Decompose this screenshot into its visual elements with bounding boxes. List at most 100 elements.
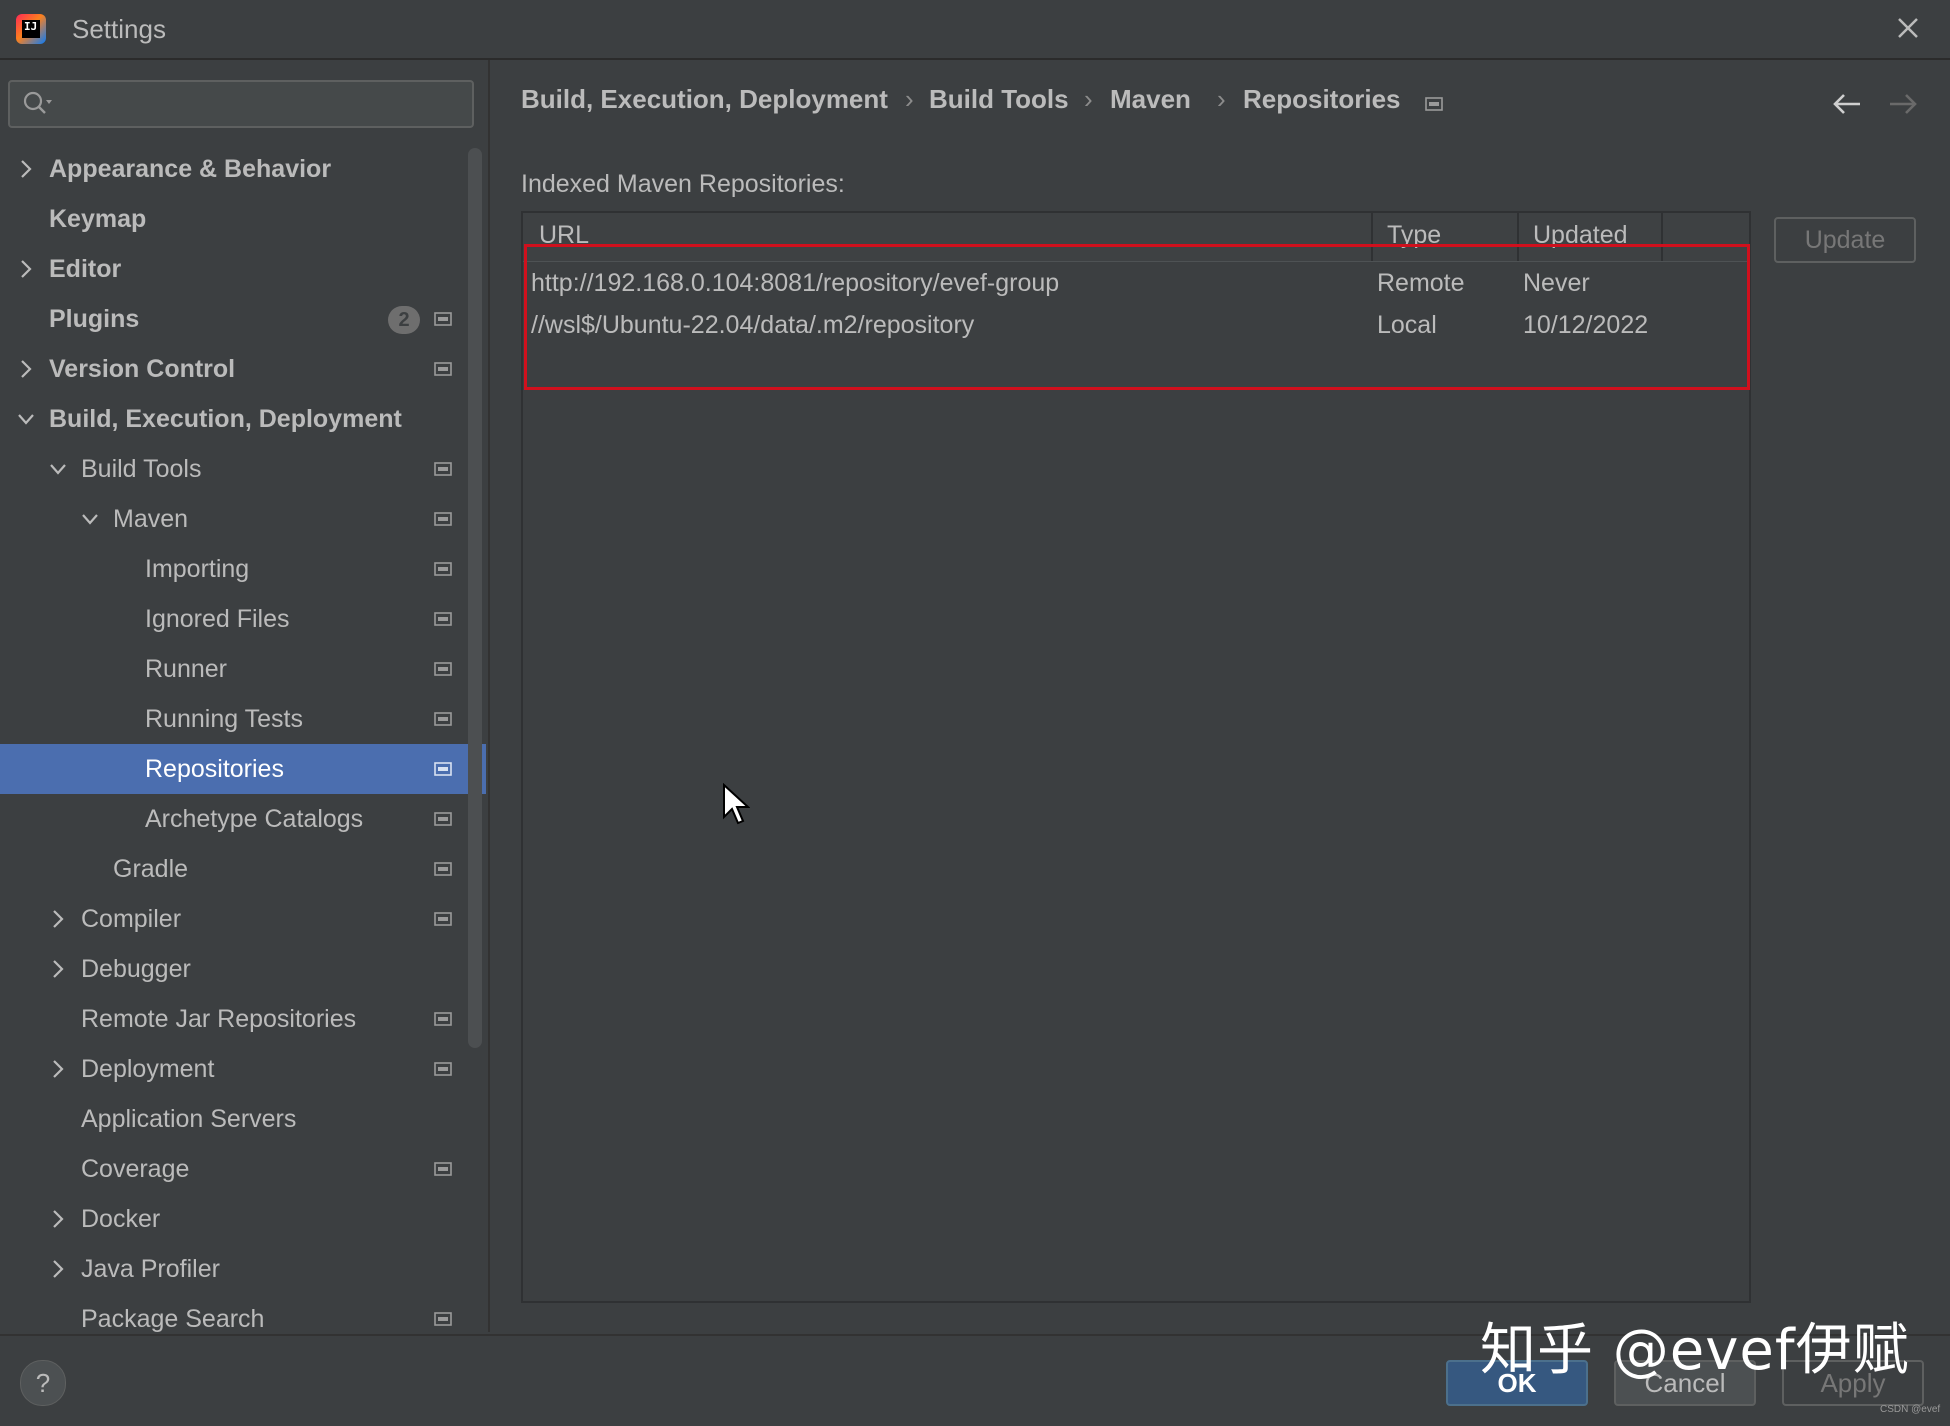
watermark-small: CSDN @evef [1880,1404,1941,1415]
sidebar-item-label: Maven [113,505,189,533]
sidebar-item[interactable]: Coverage [0,1144,486,1194]
project-scope-icon [434,1012,452,1026]
sidebar-item-label: Importing [145,555,250,583]
project-scope-icon [434,812,452,826]
sidebar-item[interactable]: Build, Execution, Deployment [0,394,486,444]
breadcrumb-separator: › [1084,84,1093,114]
breadcrumb-item[interactable]: Maven [1110,84,1191,115]
project-scope-icon [434,462,452,476]
column-header-type[interactable]: Type [1387,221,1441,261]
sidebar-item[interactable]: Application Servers [0,1094,486,1144]
search-icon[interactable] [22,90,54,118]
breadcrumb-item[interactable]: Build Tools [929,84,1069,115]
project-scope-icon [434,862,452,876]
sidebar-item[interactable]: Debugger [0,944,486,994]
project-scope-icon [434,362,452,376]
breadcrumb-item: Repositories [1243,84,1401,114]
project-scope-icon [434,612,452,626]
sidebar-item[interactable]: Repositories [0,744,486,794]
column-divider[interactable] [1517,213,1519,261]
column-divider[interactable] [1661,213,1663,261]
chevron-down-icon[interactable] [14,407,38,431]
sidebar-item[interactable]: Gradle [0,844,486,894]
sidebar-item-label: Debugger [81,955,191,983]
sidebar-item[interactable]: Build Tools [0,444,486,494]
sidebar-item-label: Ignored Files [145,605,290,633]
help-button[interactable]: ? [20,1360,66,1406]
project-scope-icon [434,662,452,676]
breadcrumb-separator: › [1217,84,1226,114]
chevron-down-icon[interactable] [78,507,102,531]
breadcrumb-separator: › [905,84,914,114]
sidebar-item-label: Gradle [113,855,189,883]
sidebar-item-label: Coverage [81,1155,190,1183]
sidebar-item-label: Docker [81,1205,161,1233]
project-scope-icon [434,762,452,776]
breadcrumb-item[interactable]: Build, Execution, Deployment [521,84,888,115]
project-scope-icon [434,912,452,926]
search-input[interactable] [60,86,464,122]
chevron-right-icon[interactable] [46,1257,70,1281]
sidebar-item-label: Appearance & Behavior [49,155,332,183]
sidebar-item[interactable]: Importing [0,544,486,594]
sidebar-item-label: Archetype Catalogs [145,805,364,833]
settings-sidebar: Appearance & Behavior Keymap Editor Plugins… [0,60,490,1332]
sidebar-scrollbar[interactable] [468,148,482,1048]
table-row[interactable]: //wsl$/Ubuntu-22.04/data/.m2/repository … [523,305,1749,347]
sidebar-item[interactable]: Running Tests [0,694,486,744]
sidebar-item[interactable]: Version Control [0,344,486,394]
column-divider[interactable] [1371,213,1373,261]
back-arrow-icon[interactable] [1830,86,1866,122]
sidebar-item[interactable]: Appearance & Behavior [0,144,486,194]
watermark: 知乎 @evef伊赋 [1480,1318,1910,1383]
sidebar-item-label: Build Tools [81,455,202,483]
chevron-down-icon[interactable] [46,457,70,481]
column-header-updated[interactable]: Updated [1533,221,1628,261]
cell-updated: 10/12/2022 [1523,311,1649,339]
sidebar-item[interactable]: Keymap [0,194,486,244]
intellij-logo-icon: IJ [16,14,46,44]
sidebar-item[interactable]: Compiler [0,894,486,944]
sidebar-item-label: Keymap [49,205,147,233]
project-scope-icon [434,512,452,526]
sidebar-item[interactable]: Editor [0,244,486,294]
sidebar-item[interactable]: Archetype Catalogs [0,794,486,844]
sidebar-item[interactable]: Ignored Files [0,594,486,644]
chevron-right-icon[interactable] [46,1207,70,1231]
sidebar-item[interactable]: Docker [0,1194,486,1244]
sidebar-item[interactable]: Deployment [0,1044,486,1094]
table-row[interactable]: http://192.168.0.104:8081/repository/eve… [523,263,1749,305]
project-scope-icon [434,1162,452,1176]
sidebar-item-label: Version Control [49,355,236,383]
sidebar-item-label: Remote Jar Repositories [81,1005,357,1033]
chevron-right-icon[interactable] [14,157,38,181]
project-scope-icon [434,712,452,726]
sidebar-item-label: Java Profiler [81,1255,220,1283]
cell-url: //wsl$/Ubuntu-22.04/data/.m2/repository [531,311,975,339]
sidebar-item[interactable]: Maven [0,494,486,544]
forward-arrow-icon[interactable] [1884,86,1920,122]
update-button[interactable]: Update [1774,217,1916,263]
sidebar-item[interactable]: Plugins 2 [0,294,486,344]
chevron-right-icon[interactable] [46,907,70,931]
cell-type: Remote [1377,269,1465,297]
chevron-right-icon[interactable] [46,957,70,981]
chevron-right-icon[interactable] [14,357,38,381]
search-box[interactable] [8,80,474,128]
sidebar-item-label: Package Search [81,1305,265,1332]
sidebar-item-label: Plugins [49,305,140,333]
sidebar-item-label: Running Tests [145,705,303,733]
column-header-url[interactable]: URL [539,221,589,261]
sidebar-item[interactable]: Package Search [0,1294,486,1332]
project-scope-icon [434,1312,452,1326]
sidebar-item[interactable]: Runner [0,644,486,694]
sidebar-item[interactable]: Remote Jar Repositories [0,994,486,1044]
cell-url: http://192.168.0.104:8081/repository/eve… [531,269,1060,297]
repositories-table[interactable]: URL Type Updated http://192.168.0.104:80… [521,211,1751,1303]
cell-type: Local [1377,311,1437,339]
sidebar-item[interactable]: Java Profiler [0,1244,486,1294]
close-icon[interactable] [1890,10,1926,46]
chevron-right-icon[interactable] [46,1057,70,1081]
project-scope-icon [434,1062,452,1076]
chevron-right-icon[interactable] [14,257,38,281]
